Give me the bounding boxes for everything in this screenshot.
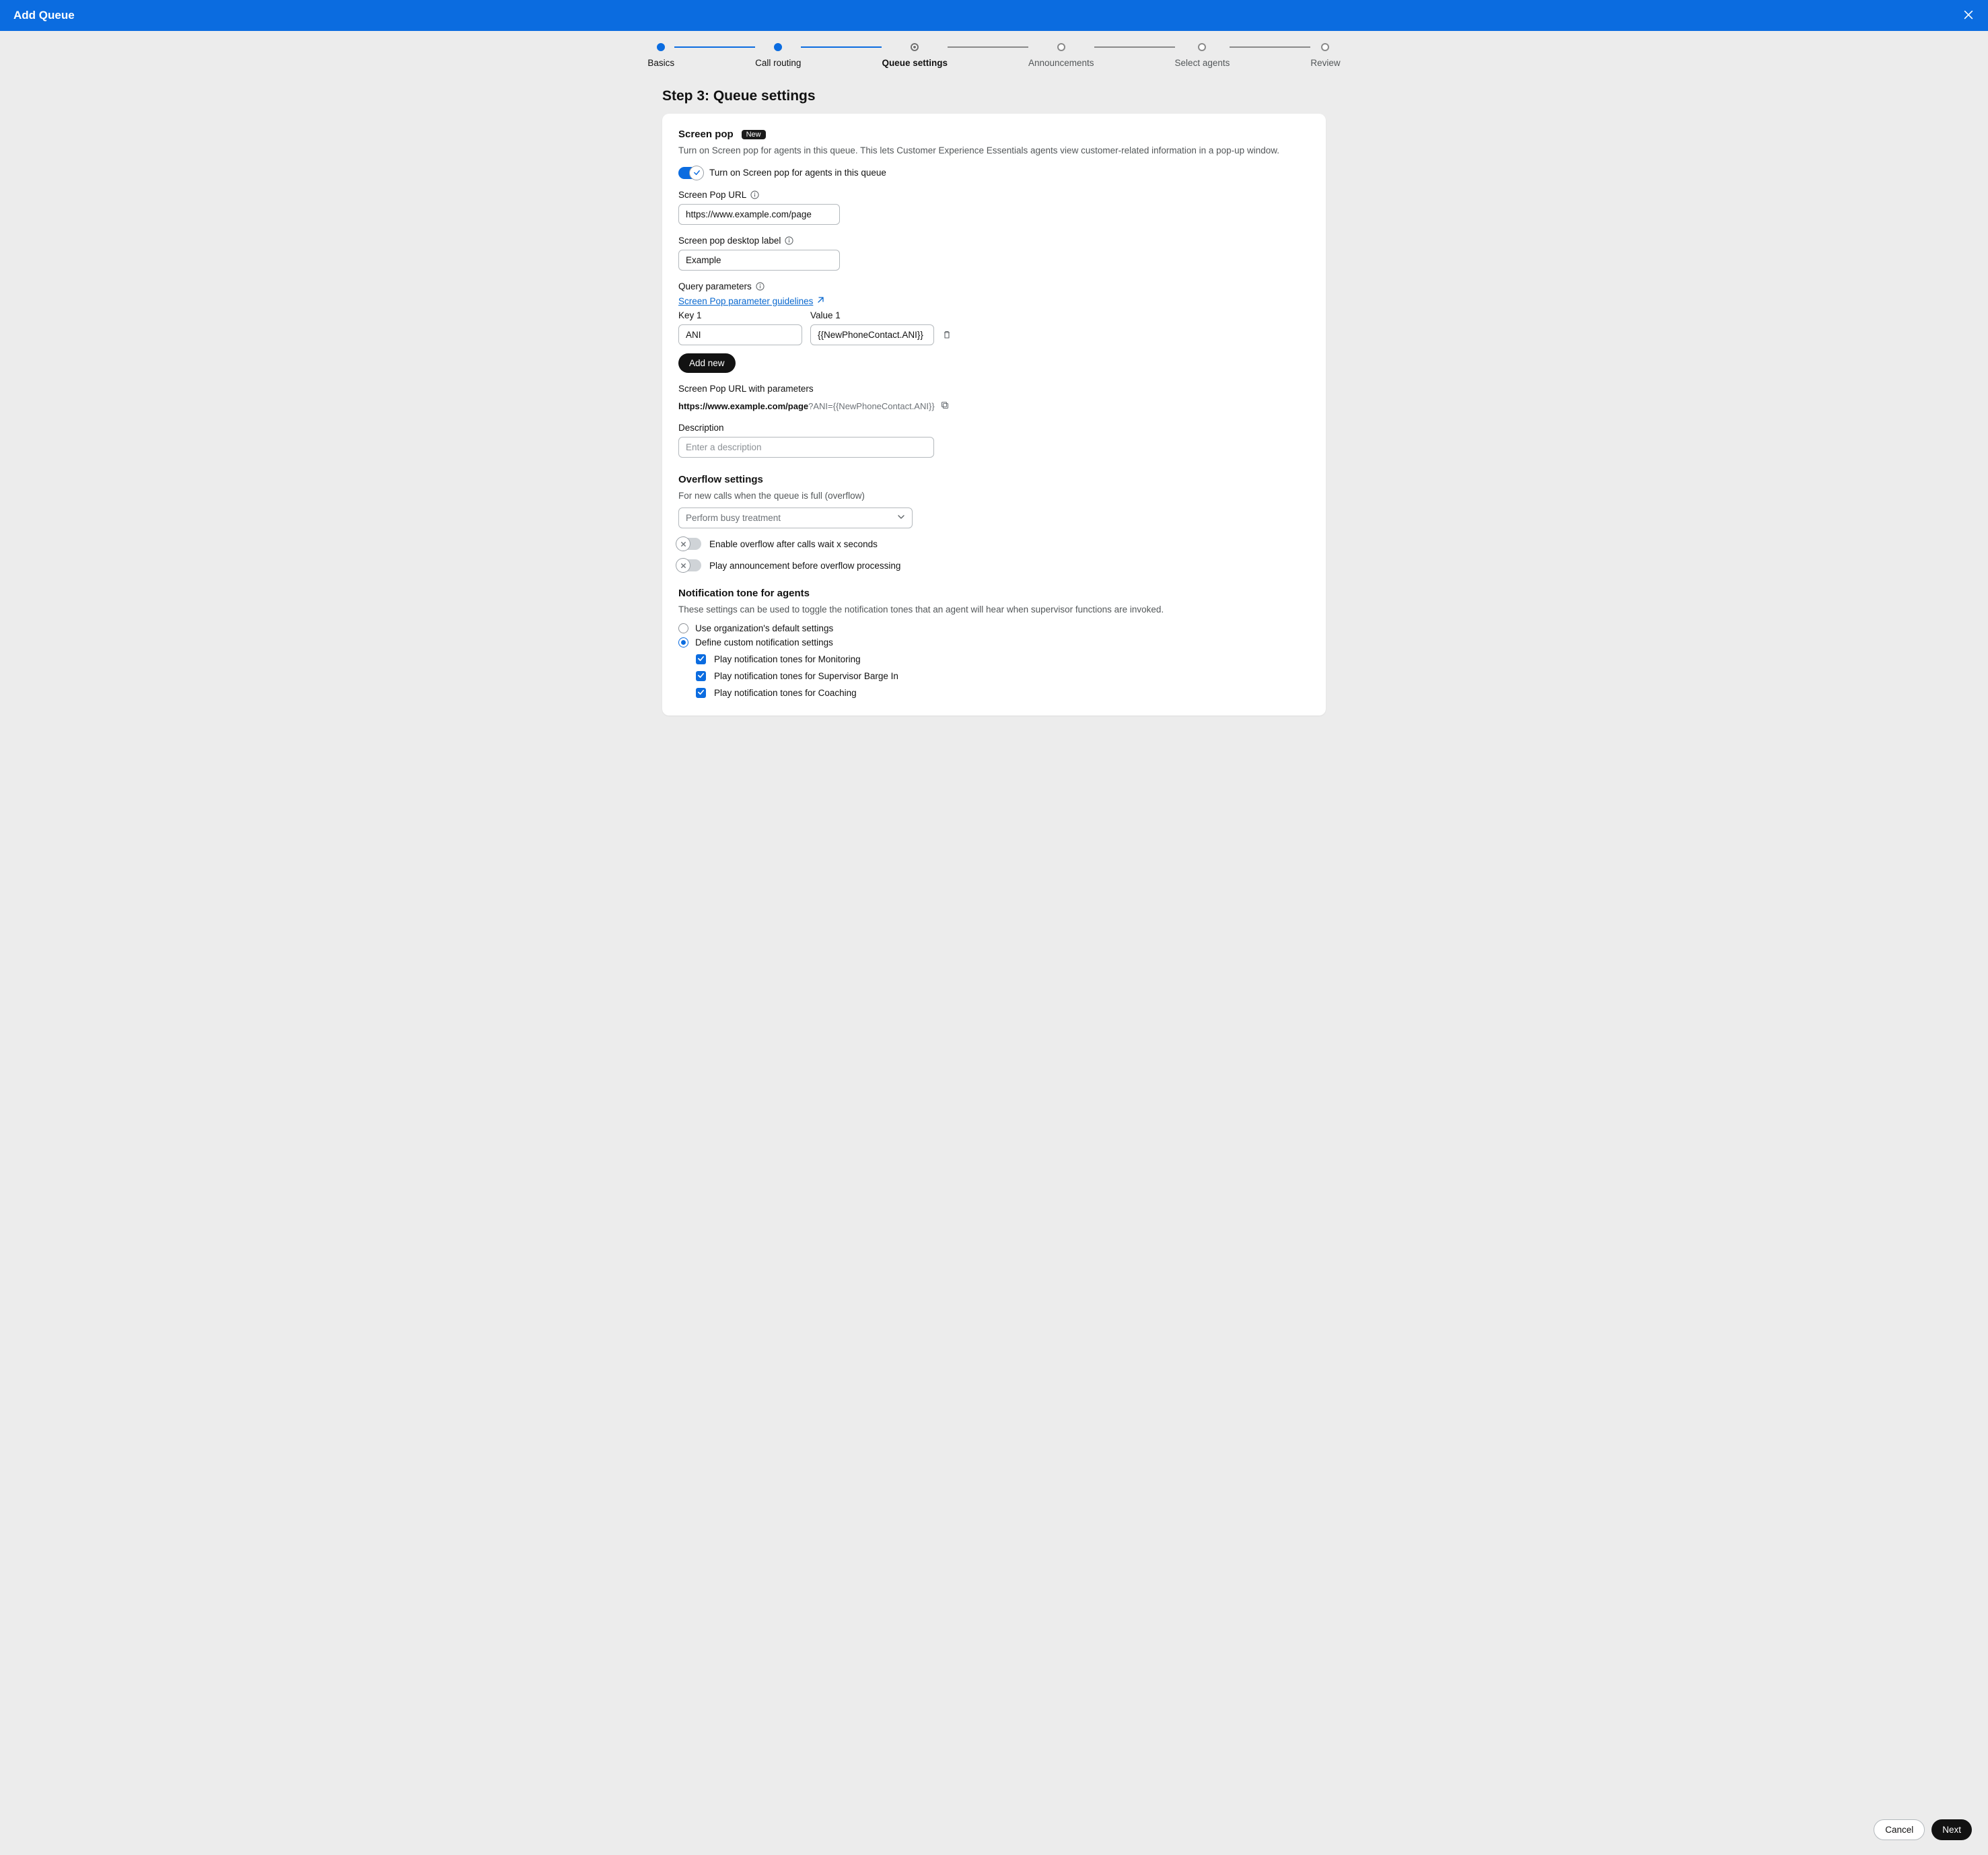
checkbox-monitoring[interactable]: [696, 654, 706, 664]
desktop-label-label: Screen pop desktop label: [678, 236, 781, 246]
step-review[interactable]: Review: [1310, 43, 1340, 72]
step-connector: [948, 46, 1028, 48]
x-icon: [676, 559, 690, 572]
close-icon[interactable]: [1962, 9, 1975, 23]
check-icon: [697, 654, 705, 664]
step-label: Basics: [647, 58, 674, 68]
step-label: Select agents: [1175, 58, 1230, 68]
toggle-overflow-announce[interactable]: [678, 559, 701, 571]
toggle-screen-pop[interactable]: [678, 167, 701, 179]
check-icon: [697, 688, 705, 698]
key-1-input[interactable]: [678, 324, 802, 345]
cancel-button[interactable]: Cancel: [1874, 1819, 1925, 1840]
query-parameters-label: Query parameters: [678, 281, 752, 291]
checkbox-coaching[interactable]: [696, 688, 706, 698]
overflow-subtitle: For new calls when the queue is full (ov…: [678, 489, 1310, 503]
copy-url-button[interactable]: [940, 400, 950, 412]
x-icon: [676, 537, 690, 551]
step-connector: [801, 46, 882, 48]
select-value: Perform busy treatment: [686, 513, 781, 523]
next-button[interactable]: Next: [1931, 1819, 1972, 1840]
checkbox-monitoring-label: Play notification tones for Monitoring: [714, 654, 861, 664]
checkbox-barge-label: Play notification tones for Supervisor B…: [714, 671, 898, 681]
step-label: Review: [1310, 58, 1340, 68]
external-link-icon: [816, 296, 824, 306]
radio-custom-label: Define custom notification settings: [695, 637, 833, 648]
overflow-title: Overflow settings: [678, 474, 1310, 485]
screen-pop-url-label: Screen Pop URL: [678, 190, 746, 200]
chevron-down-icon: [897, 513, 905, 523]
stepper: Basics Call routing Queue settings Annou…: [0, 31, 1988, 76]
delete-param-button[interactable]: [942, 330, 952, 341]
modal-footer: Cancel Next: [0, 1809, 1988, 1855]
screen-pop-description: Turn on Screen pop for agents in this qu…: [678, 144, 1310, 158]
radio-default-settings[interactable]: [678, 623, 688, 633]
toggle-screen-pop-label: Turn on Screen pop for agents in this qu…: [709, 168, 886, 178]
step-connector: [674, 46, 755, 48]
page-title: Step 3: Queue settings: [662, 88, 1326, 104]
step-label: Call routing: [755, 58, 801, 68]
check-icon: [697, 671, 705, 681]
settings-card: Screen pop New Turn on Screen pop for ag…: [662, 114, 1326, 715]
new-badge: New: [742, 130, 766, 139]
url-base: https://www.example.com/page: [678, 401, 808, 411]
url-with-params-label: Screen Pop URL with parameters: [678, 384, 814, 394]
toggle-overflow-wait[interactable]: [678, 538, 701, 550]
step-queue-settings[interactable]: Queue settings: [882, 43, 948, 72]
url-tail: ?ANI={{NewPhoneContact.ANI}}: [808, 401, 935, 411]
checkbox-barge-in[interactable]: [696, 671, 706, 681]
step-select-agents[interactable]: Select agents: [1175, 43, 1230, 72]
trash-icon: [942, 330, 952, 341]
description-label: Description: [678, 423, 724, 433]
step-connector: [1094, 46, 1175, 48]
overflow-action-select[interactable]: Perform busy treatment: [678, 508, 913, 528]
modal-header: Add Queue: [0, 0, 1988, 31]
info-icon[interactable]: [785, 236, 793, 245]
radio-custom-settings[interactable]: [678, 637, 688, 648]
description-input[interactable]: [678, 437, 934, 458]
screen-pop-url-input[interactable]: [678, 204, 840, 225]
step-label: Announcements: [1028, 58, 1094, 68]
step-label: Queue settings: [882, 58, 948, 68]
key-1-label: Key 1: [678, 310, 702, 320]
notification-subtitle: These settings can be used to toggle the…: [678, 603, 1310, 617]
value-1-label: Value 1: [810, 310, 841, 320]
notification-title: Notification tone for agents: [678, 588, 1310, 599]
step-basics[interactable]: Basics: [647, 43, 674, 72]
info-icon[interactable]: [756, 282, 765, 291]
info-icon[interactable]: [750, 190, 759, 199]
toggle-overflow-announce-label: Play announcement before overflow proces…: [709, 561, 900, 571]
url-with-params-value: https://www.example.com/page?ANI={{NewPh…: [678, 401, 935, 411]
modal-title: Add Queue: [13, 9, 75, 22]
radio-default-label: Use organization's default settings: [695, 623, 833, 633]
add-new-button[interactable]: Add new: [678, 353, 736, 373]
check-icon: [690, 166, 703, 180]
screen-pop-title: Screen pop: [678, 129, 734, 140]
checkbox-coaching-label: Play notification tones for Coaching: [714, 688, 857, 698]
copy-icon: [940, 402, 950, 412]
step-connector: [1230, 46, 1310, 48]
step-announcements[interactable]: Announcements: [1028, 43, 1094, 72]
link-text: Screen Pop parameter guidelines: [678, 296, 813, 306]
desktop-label-input[interactable]: [678, 250, 840, 271]
step-call-routing[interactable]: Call routing: [755, 43, 801, 72]
parameter-guidelines-link[interactable]: Screen Pop parameter guidelines: [678, 296, 824, 306]
value-1-input[interactable]: [810, 324, 934, 345]
toggle-overflow-wait-label: Enable overflow after calls wait x secon…: [709, 539, 878, 549]
